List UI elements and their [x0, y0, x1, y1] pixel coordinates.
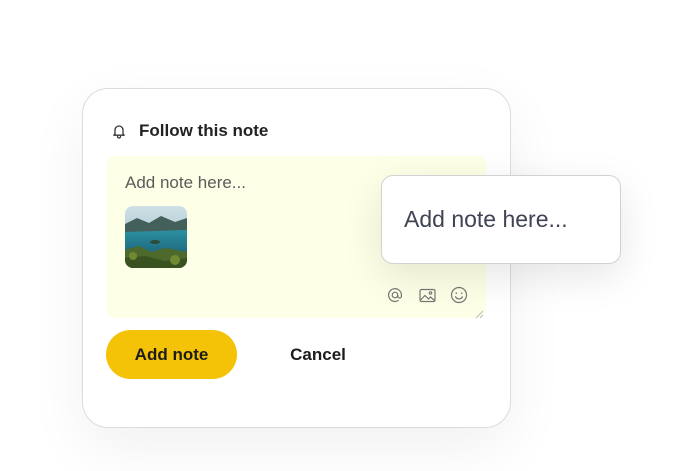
- image-icon[interactable]: [418, 286, 436, 304]
- follow-note-label: Follow this note: [139, 121, 269, 140]
- emoji-icon[interactable]: [450, 286, 468, 304]
- resize-handle[interactable]: [474, 306, 484, 319]
- cancel-button[interactable]: Cancel: [263, 330, 373, 379]
- note-input-popup[interactable]: Add note here...: [381, 175, 621, 264]
- follow-note-toggle[interactable]: Follow this note: [111, 121, 268, 141]
- note-toolbar: [386, 286, 468, 304]
- add-note-button[interactable]: Add note: [106, 330, 237, 379]
- note-placeholder: Add note here...: [125, 173, 246, 192]
- attached-image-thumbnail[interactable]: [125, 206, 187, 268]
- at-sign-icon[interactable]: [386, 286, 404, 304]
- popup-placeholder: Add note here...: [404, 206, 568, 232]
- bell-icon: [111, 123, 127, 139]
